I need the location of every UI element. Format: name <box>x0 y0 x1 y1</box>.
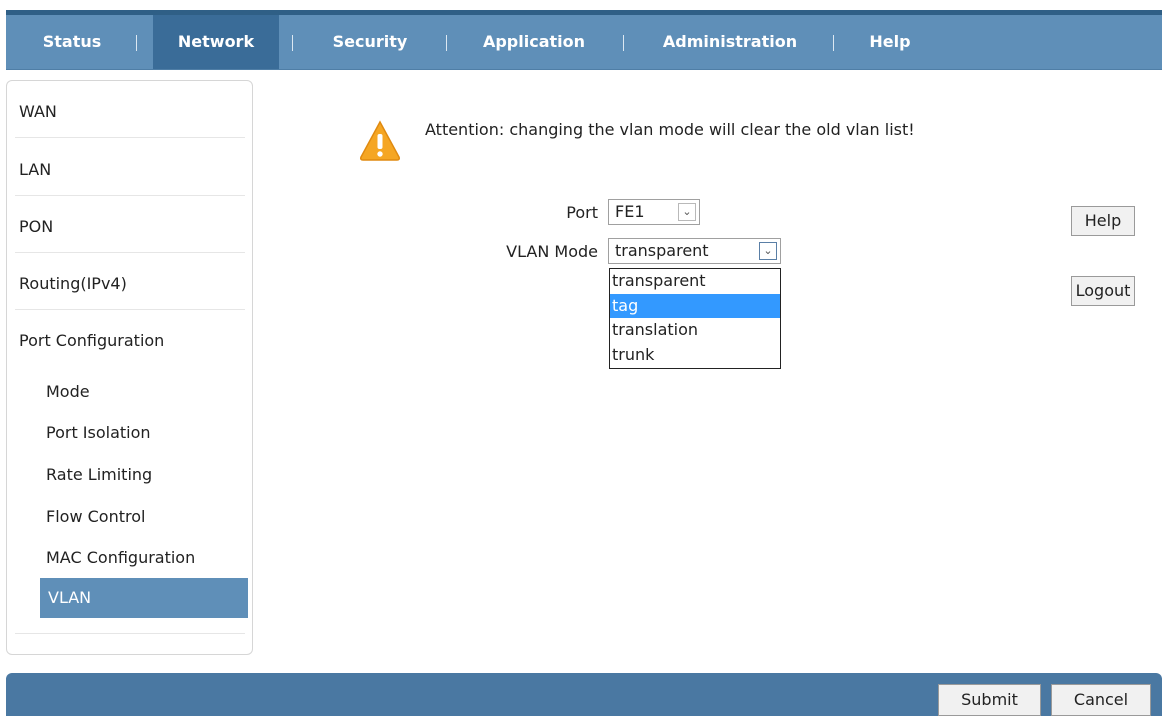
sidebar-divider <box>15 309 245 310</box>
port-select-value: FE1 <box>615 202 645 221</box>
warning-triangle-icon <box>360 120 400 161</box>
nav-separator <box>446 35 447 51</box>
help-button[interactable]: Help <box>1071 206 1135 236</box>
tab-administration[interactable]: Administration <box>642 15 818 69</box>
vlan-mode-option-tag[interactable]: tag <box>610 293 780 318</box>
sidebar-divider <box>15 252 245 253</box>
tab-network[interactable]: Network <box>153 15 279 69</box>
sidebar-item-port-configuration[interactable]: Port Configuration <box>7 331 252 350</box>
chevron-down-icon[interactable]: ⌄ <box>759 242 777 260</box>
vlan-mode-label: VLAN Mode <box>506 242 598 261</box>
tab-help[interactable]: Help <box>852 15 928 69</box>
sidebar-subitem-flow-control[interactable]: Flow Control <box>46 507 145 526</box>
nav-separator <box>136 35 137 51</box>
sidebar-subitem-mac-configuration[interactable]: MAC Configuration <box>46 548 195 567</box>
cancel-button[interactable]: Cancel <box>1051 684 1151 716</box>
port-label: Port <box>566 203 598 222</box>
sidebar-subitem-port-isolation[interactable]: Port Isolation <box>46 423 151 442</box>
sidebar: WAN LAN PON Routing(IPv4) Port Configura… <box>6 80 253 655</box>
top-nav: Status Network Security Application Admi… <box>6 15 1162 70</box>
vlan-mode-dropdown-list: transparent tag translation trunk <box>609 268 781 369</box>
chevron-down-icon[interactable]: ⌄ <box>678 203 696 221</box>
logout-button[interactable]: Logout <box>1071 276 1135 306</box>
sidebar-subitem-mode[interactable]: Mode <box>46 382 90 401</box>
vlan-mode-option-trunk[interactable]: trunk <box>610 343 780 368</box>
vlan-mode-select-value: transparent <box>615 241 709 260</box>
sidebar-subitem-rate-limiting[interactable]: Rate Limiting <box>46 465 152 484</box>
sidebar-divider <box>15 633 245 634</box>
submit-button[interactable]: Submit <box>938 684 1041 716</box>
nav-separator <box>292 35 293 51</box>
sidebar-subitem-vlan[interactable]: VLAN <box>40 578 248 618</box>
tab-status[interactable]: Status <box>26 15 118 69</box>
sidebar-divider <box>15 137 245 138</box>
nav-separator <box>623 35 624 51</box>
vlan-mode-option-translation[interactable]: translation <box>610 318 780 343</box>
tab-application[interactable]: Application <box>464 15 604 69</box>
vlan-mode-select[interactable]: transparent ⌄ <box>608 238 781 264</box>
tab-security[interactable]: Security <box>309 15 431 69</box>
sidebar-item-routing[interactable]: Routing(IPv4) <box>7 274 252 293</box>
port-select[interactable]: FE1 ⌄ <box>608 199 700 225</box>
sidebar-divider <box>15 195 245 196</box>
nav-separator <box>833 35 834 51</box>
sidebar-item-wan[interactable]: WAN <box>7 102 252 121</box>
sidebar-item-pon[interactable]: PON <box>7 217 252 236</box>
attention-message: Attention: changing the vlan mode will c… <box>425 120 915 139</box>
vlan-mode-option-transparent[interactable]: transparent <box>610 269 780 294</box>
sidebar-item-lan[interactable]: LAN <box>7 160 252 179</box>
